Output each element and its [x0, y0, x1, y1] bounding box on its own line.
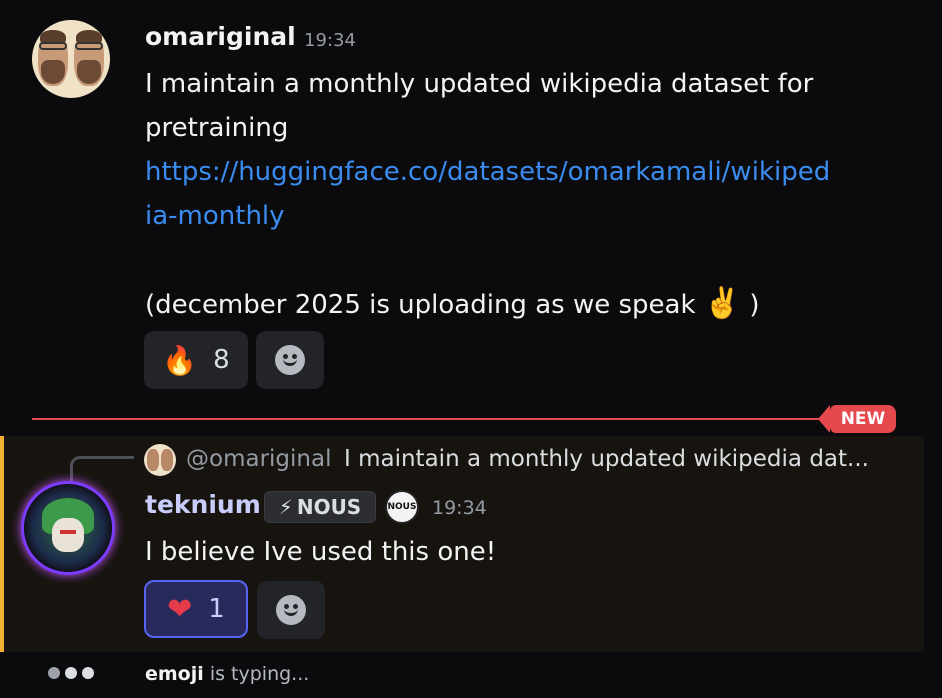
guild-tag[interactable]: ⚡ NOUS — [264, 491, 376, 523]
reaction-count: 1 — [208, 594, 225, 624]
server-badge-icon[interactable]: NOUS — [385, 490, 419, 524]
reply-spine — [70, 456, 134, 486]
avatar-omariginal[interactable] — [32, 20, 110, 98]
add-reaction-button[interactable] — [257, 581, 325, 639]
reaction-count: 8 — [213, 345, 230, 375]
closing-paren: ) — [749, 290, 760, 320]
avatar-teknium[interactable] — [24, 484, 112, 572]
typing-user: emoji — [145, 663, 204, 685]
new-badge: NEW — [818, 405, 896, 433]
message-content: I believe Ive used this one! — [145, 537, 497, 567]
reply-avatar[interactable] — [144, 444, 176, 476]
message-line: I maintain a monthly updated wikipedia d… — [145, 69, 814, 99]
smiley-icon — [275, 345, 305, 375]
typing-indicator: emoji is typing... — [145, 663, 309, 685]
reaction-heart[interactable]: ❤ 1 — [144, 580, 248, 638]
victory-hand-emoji: ✌️ — [703, 286, 742, 321]
username[interactable]: omariginal — [145, 22, 296, 51]
add-reaction-button[interactable] — [256, 331, 324, 389]
username[interactable]: teknium — [145, 490, 261, 519]
message-link[interactable]: https://huggingface.co/datasets/omarkama… — [145, 150, 890, 194]
smiley-icon — [276, 595, 306, 625]
timestamp[interactable]: 19:34 — [432, 497, 487, 519]
reply-preview[interactable]: I maintain a monthly updated wikipedia d… — [344, 446, 869, 472]
typing-label: is typing... — [209, 663, 310, 685]
bolt-icon: ⚡ — [278, 495, 293, 519]
typing-dots-icon — [48, 667, 94, 679]
reaction-fire[interactable]: 🔥 8 — [144, 331, 248, 389]
message-line: (december 2025 is uploading as we speak … — [145, 282, 890, 326]
reply-username[interactable]: @omariginal — [186, 446, 331, 472]
message-line: pretraining — [145, 113, 289, 143]
timestamp[interactable]: 19:34 — [304, 30, 356, 51]
message-content: I maintain a monthly updated wikipedia d… — [145, 62, 890, 326]
heart-emoji: ❤ — [167, 591, 193, 627]
guild-tag-label: NOUS — [296, 495, 362, 519]
closing-text: (december 2025 is uploading as we speak — [145, 290, 696, 320]
message-link[interactable]: ia-monthly — [145, 194, 890, 238]
fire-emoji: 🔥 — [162, 343, 198, 377]
new-messages-divider — [32, 418, 882, 420]
